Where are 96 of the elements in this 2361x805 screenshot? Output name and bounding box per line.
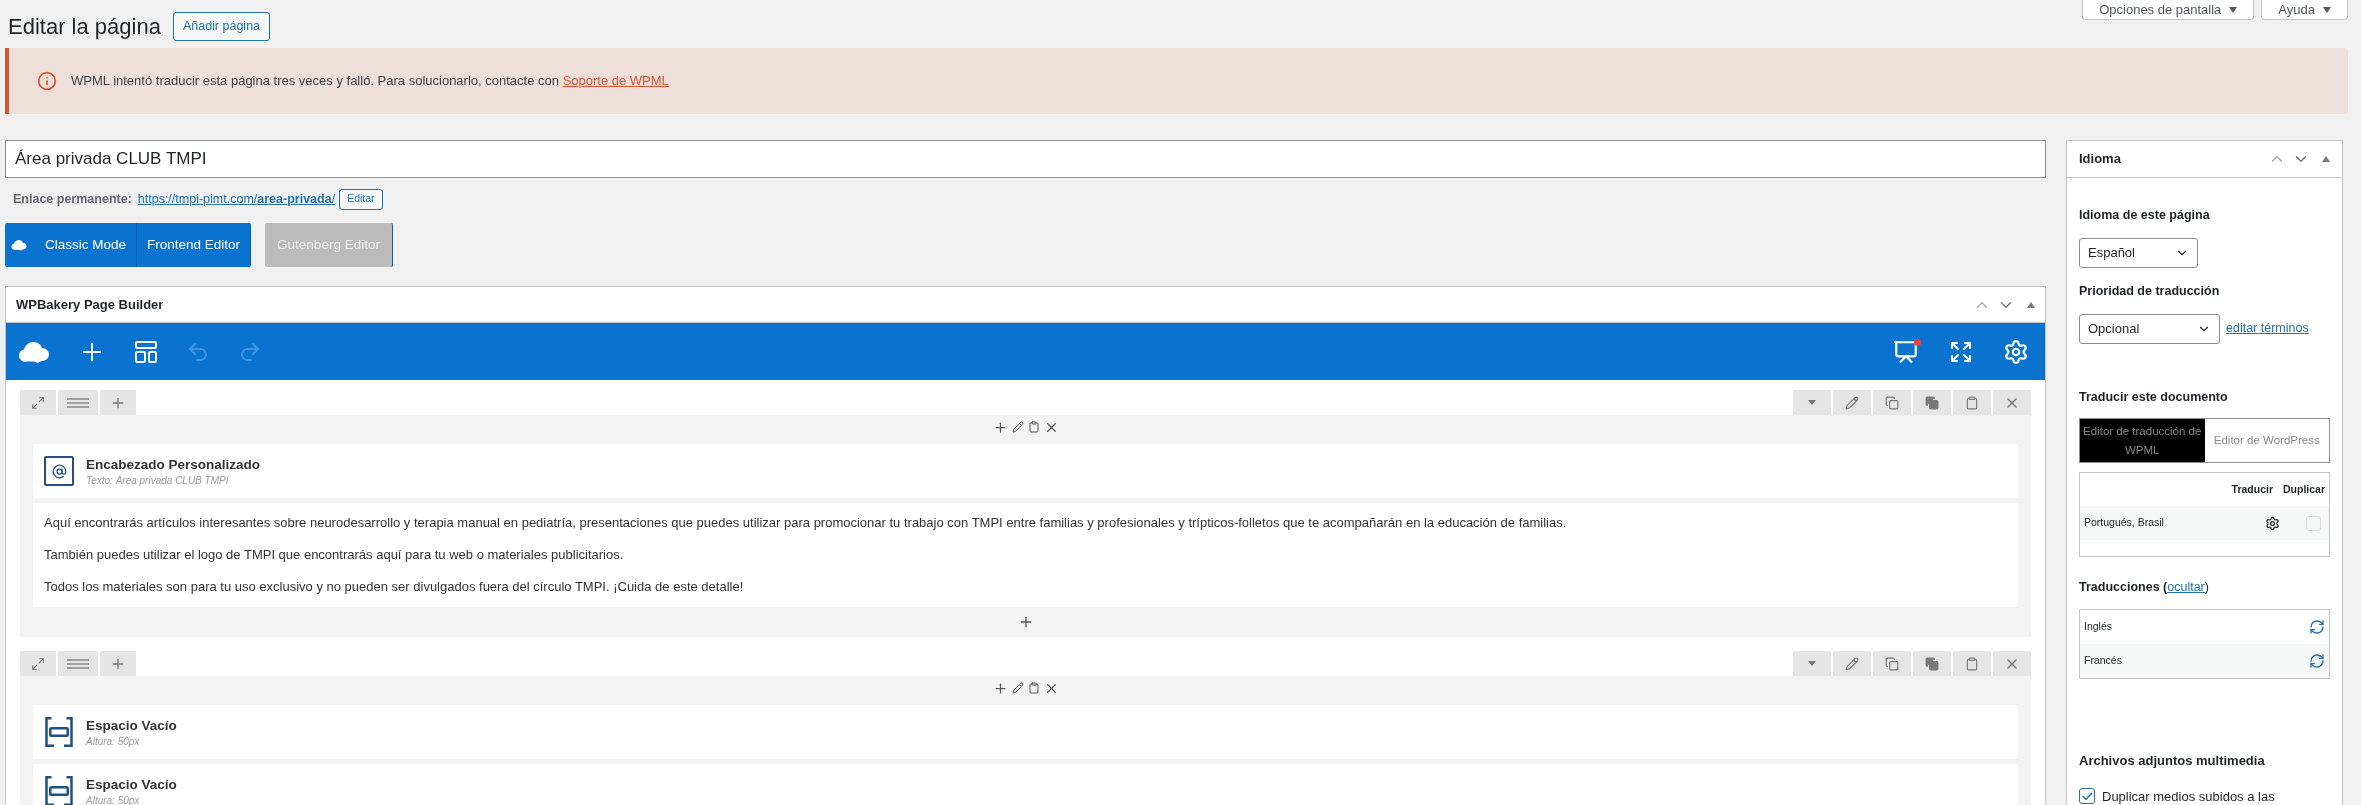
translations-heading: Traducciones (ocultar) bbox=[2079, 579, 2210, 597]
column-header: Traducir bbox=[2231, 481, 2273, 497]
pencil-icon[interactable] bbox=[1011, 421, 1024, 433]
copy-icon bbox=[1885, 656, 1899, 671]
move-row-button[interactable] bbox=[20, 390, 56, 415]
language-name: Portugués, Brasil bbox=[2084, 515, 2165, 531]
screen-tab-button[interactable]: Opciones de pantalla bbox=[2082, 0, 2255, 20]
pencil-icon bbox=[1845, 395, 1859, 410]
paragraph: Aquí encontrarás artículos interesantes sobre neurodesarrollo y terapia manual en pediatría, presentaciones que puedes utilizar para promocionar tu trabajo con TMPI entre familias y profesionales y trípticos-folletos que te acompañarán en la educación de familias. bbox=[44, 515, 1568, 531]
field-label: Traducir este documento bbox=[2079, 388, 2229, 406]
column-header: Duplicar bbox=[2283, 481, 2325, 497]
pencil-icon[interactable] bbox=[1011, 682, 1024, 694]
paste-row-button[interactable] bbox=[1953, 651, 1991, 676]
element-card[interactable]: Espacio Vacío Altura: 50px bbox=[33, 705, 2018, 759]
field-label: Prioridad de traducción bbox=[2079, 282, 2221, 300]
panel-title: Idioma bbox=[2079, 150, 2121, 169]
pencil-icon bbox=[1845, 656, 1859, 671]
presentation-chart-icon[interactable] bbox=[1893, 338, 1919, 365]
toggle-row-button[interactable] bbox=[1793, 651, 1831, 676]
column-layout-button[interactable] bbox=[58, 390, 98, 415]
move-icon bbox=[31, 395, 45, 410]
permalink-label: Enlace permanente: bbox=[13, 190, 132, 208]
clipboard-icon bbox=[1965, 656, 1979, 671]
drag-lines-icon bbox=[67, 658, 89, 669]
caret-icon bbox=[2323, 6, 2331, 13]
element-subtitle: Texto: Área privada CLUB TMPI bbox=[86, 473, 230, 487]
post-title-field[interactable]: Área privada CLUB TMPI bbox=[5, 140, 2046, 178]
hide-link[interactable]: ocultar bbox=[2167, 580, 2205, 595]
clipboard-icon[interactable] bbox=[1027, 682, 1040, 694]
column-layout-button[interactable] bbox=[58, 651, 98, 676]
screen-tab-button[interactable]: Ayuda bbox=[2261, 0, 2348, 20]
collapse-icon[interactable] bbox=[2322, 156, 2330, 162]
paragraph: También puedes utilizar el logo de TMPI que encontrarás aquí para tu web o materiales publicitarios. bbox=[44, 547, 625, 563]
duplicate-media-checkbox[interactable] bbox=[2079, 788, 2095, 805]
add-column-button[interactable] bbox=[100, 651, 136, 676]
edit-row-button[interactable] bbox=[1833, 390, 1871, 415]
edit-permalink-button[interactable]: Editar bbox=[339, 188, 383, 210]
edit-terms-link[interactable]: editar términos bbox=[2226, 319, 2309, 338]
element-card[interactable]: Espacio Vacío Altura: 50px bbox=[33, 764, 2018, 805]
info-icon bbox=[37, 71, 57, 91]
spacer-icon bbox=[44, 717, 74, 747]
priority-select[interactable]: Opcional bbox=[2079, 313, 2220, 344]
language-select[interactable]: Español bbox=[2079, 237, 2198, 268]
refresh-icon[interactable] bbox=[2309, 619, 2325, 635]
copy-icon bbox=[1925, 395, 1939, 410]
duplicate-checkbox[interactable] bbox=[2306, 515, 2321, 531]
copy-row-button[interactable] bbox=[1913, 651, 1951, 676]
page-title: Editar la página bbox=[8, 13, 161, 41]
copy-row-button[interactable] bbox=[1913, 390, 1951, 415]
caret-icon bbox=[1808, 400, 1816, 405]
refresh-icon[interactable] bbox=[2309, 653, 2325, 669]
plus-icon[interactable] bbox=[992, 419, 1008, 435]
copy-icon bbox=[1925, 656, 1939, 671]
editor-mode-button[interactable]: Frontend Editor bbox=[137, 223, 252, 267]
element-title: Espacio Vacío bbox=[86, 775, 177, 794]
spacer-icon bbox=[44, 776, 74, 805]
element-card[interactable]: Encabezado Personalizado Texto: Área privada CLUB TMPI bbox=[33, 444, 2018, 498]
at-sign-icon bbox=[44, 456, 74, 486]
editor-option-tab[interactable]: Editor de traducción de WPML bbox=[2080, 419, 2205, 463]
fullscreen-icon[interactable] bbox=[1949, 339, 1973, 364]
language-name: Inglés bbox=[2084, 619, 2113, 635]
panel-title: WPBakery Page Builder bbox=[16, 295, 164, 314]
clipboard-icon[interactable] bbox=[1027, 421, 1040, 433]
copy-icon bbox=[1885, 395, 1899, 410]
caret-icon bbox=[1808, 661, 1816, 666]
notice-text: WPML intentó traducir esta página tres veces y falló. Para solucionarlo, contacte con Soporte de WPML bbox=[71, 72, 669, 91]
cloud-icon[interactable] bbox=[11, 239, 27, 251]
caret-icon bbox=[2229, 6, 2238, 13]
element-title: Espacio Vacío bbox=[86, 716, 177, 735]
field-label: Archivos adjuntos multimedia bbox=[2079, 752, 2266, 770]
templates-icon[interactable] bbox=[134, 339, 158, 364]
edit-row-button[interactable] bbox=[1833, 651, 1871, 676]
add-column-button[interactable] bbox=[100, 390, 136, 415]
permalink-link[interactable]: https://tmpi-pimt.com/area-privada/ bbox=[137, 189, 336, 209]
plus-icon[interactable] bbox=[992, 680, 1008, 696]
element-title: Encabezado Personalizado bbox=[86, 455, 261, 474]
move-icon bbox=[31, 656, 45, 671]
language-name: Francés bbox=[2084, 653, 2122, 669]
clipboard-icon bbox=[1965, 395, 1979, 410]
support-link[interactable]: Soporte de WPML bbox=[562, 73, 669, 89]
field-label: Idioma de este página bbox=[2079, 207, 2211, 224]
paste-row-button[interactable] bbox=[1953, 390, 1991, 415]
element-subtitle: Altura: 50px bbox=[86, 734, 141, 748]
checkbox-label: Duplicar medios subidos a las bbox=[2102, 787, 2275, 805]
paragraph: Todos los materiales son para tu uso exclusivo y no pueden ser divulgados fuera del círculo TMPI. ¡Cuida de este detalle! bbox=[44, 579, 745, 595]
cloud-logo-icon[interactable] bbox=[18, 339, 50, 364]
collapse-icon[interactable] bbox=[2027, 301, 2035, 308]
editor-mode-button[interactable]: Classic Mode bbox=[5, 223, 138, 267]
element-subtitle: Altura: 50px bbox=[86, 793, 141, 805]
settings-icon[interactable] bbox=[2265, 515, 2280, 531]
toggle-row-button[interactable] bbox=[1793, 390, 1831, 415]
move-row-button[interactable] bbox=[20, 651, 56, 676]
clone-row-button[interactable] bbox=[1873, 390, 1911, 415]
add-page-button[interactable]: Añadir página bbox=[172, 12, 271, 41]
clone-row-button[interactable] bbox=[1873, 651, 1911, 676]
drag-lines-icon bbox=[67, 397, 89, 408]
